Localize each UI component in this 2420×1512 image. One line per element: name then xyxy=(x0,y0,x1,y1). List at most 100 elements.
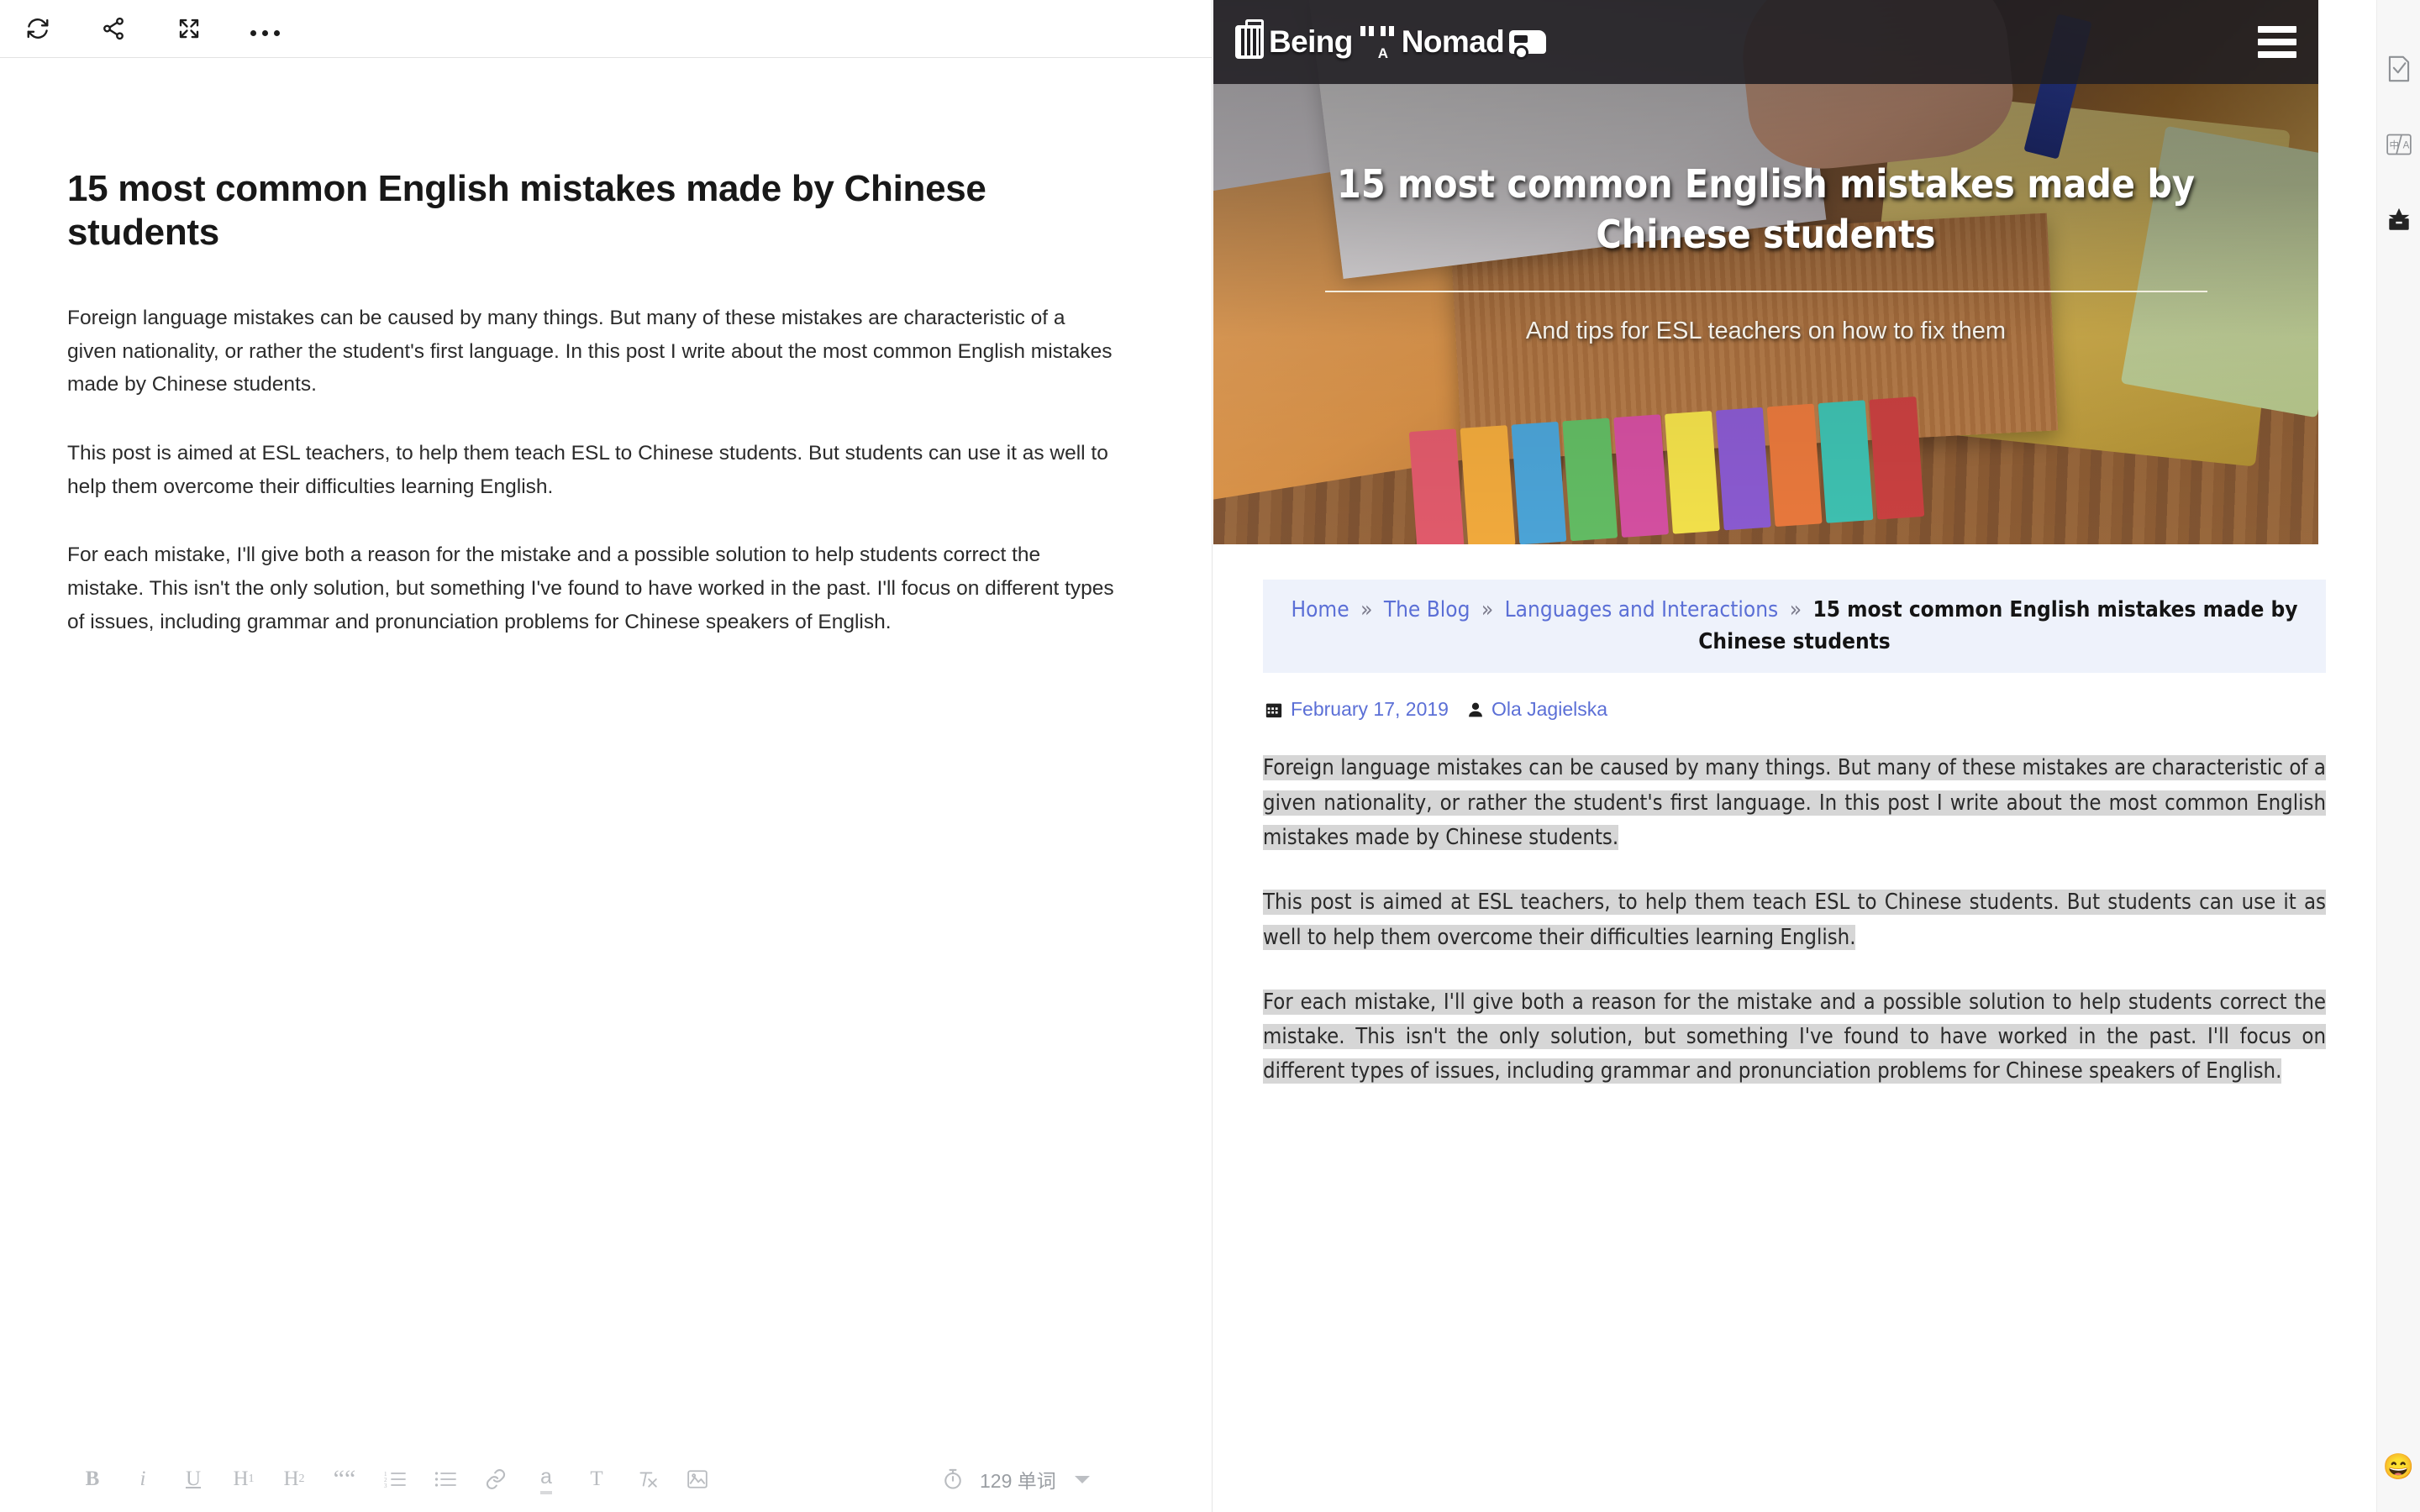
user-icon xyxy=(1469,702,1482,717)
caravan-icon xyxy=(1509,30,1547,60)
bold-label: B xyxy=(85,1467,100,1490)
site-header: Being A Nomad xyxy=(1213,0,2318,84)
menu-bar xyxy=(2258,51,2296,58)
underline-button[interactable]: U xyxy=(168,1455,218,1504)
bold-button[interactable]: B xyxy=(67,1455,118,1504)
hero-subtitle: And tips for ESL teachers on how to fix … xyxy=(1525,317,2007,344)
logo-text-after: Nomad xyxy=(1401,24,1505,59)
highlight-button[interactable]: a xyxy=(521,1455,571,1504)
proofread-icon[interactable] xyxy=(2382,52,2416,86)
article-body: Home » The Blog » Languages and Interact… xyxy=(1213,580,2376,1089)
link-button[interactable] xyxy=(471,1455,521,1504)
italic-label: i xyxy=(139,1467,146,1490)
svg-text:A: A xyxy=(2402,141,2409,151)
clear-format-icon xyxy=(639,1472,657,1488)
breadcrumb-current: 15 most common English mistakes made by … xyxy=(1698,597,2298,654)
dot xyxy=(273,30,280,36)
editor-pane: 15 most common English mistakes made by … xyxy=(0,0,1213,1512)
word-count-label: 129 单词 xyxy=(980,1470,1056,1492)
editor-toolbar xyxy=(0,0,1212,57)
suitcase-icon xyxy=(1235,19,1264,59)
selected-text: This post is aimed at ESL teachers, to h… xyxy=(1263,890,2326,950)
dot xyxy=(261,30,268,36)
menu-bar xyxy=(2258,26,2296,33)
post-paragraph[interactable]: For each mistake, I'll give both a reaso… xyxy=(1263,985,2326,1089)
selected-text: For each mistake, I'll give both a reaso… xyxy=(1263,989,2326,1084)
list-ordered-icon: 1 2 3 xyxy=(384,1471,406,1488)
editor-format-bar: B i U H1 H2 ““ 1 2 3 a T 129 单词 xyxy=(0,1446,1212,1512)
hero-text-block: 15 most common English mistakes made by … xyxy=(1213,160,2318,345)
hamburger-menu-icon[interactable] xyxy=(2258,26,2296,58)
post-meta: February 17, 2019 Ola Jagielska xyxy=(1265,698,2326,721)
menu-bar xyxy=(2258,39,2296,45)
stopwatch-icon xyxy=(944,1468,961,1489)
hero-divider xyxy=(1324,290,2207,292)
post-paragraph[interactable]: This post is aimed at ESL teachers, to h… xyxy=(1263,885,2326,955)
post-paragraph[interactable]: Foreign language mistakes can be caused … xyxy=(1263,751,2326,855)
hero-banner: Being A Nomad 15 most common English mis… xyxy=(1213,0,2318,544)
document-paragraph[interactable]: This post is aimed at ESL teachers, to h… xyxy=(67,437,1118,503)
word-count-control[interactable]: 129 单词 xyxy=(941,1446,1090,1512)
person-figure xyxy=(1378,25,1397,66)
heading-1-button[interactable]: H1 xyxy=(218,1455,269,1504)
h2-sub: 2 xyxy=(298,1473,305,1485)
logo-text-before: Being xyxy=(1269,24,1353,59)
editor-content[interactable]: 15 most common English mistakes made by … xyxy=(0,58,1212,1446)
selected-text: Foreign language mistakes can be caused … xyxy=(1263,755,2326,850)
link-icon xyxy=(486,1469,506,1489)
quote-label: ““ xyxy=(333,1465,356,1493)
h1-label: H xyxy=(233,1467,249,1490)
insert-image-button[interactable] xyxy=(672,1455,723,1504)
site-logo[interactable]: Being A Nomad xyxy=(1235,16,1547,68)
italic-button[interactable]: i xyxy=(118,1455,168,1504)
more-dots xyxy=(250,9,280,48)
fullscreen-icon[interactable] xyxy=(170,9,208,48)
breadcrumb-separator: » xyxy=(1481,597,1494,622)
format-tool-group: B i U H1 H2 ““ 1 2 3 a T xyxy=(67,1455,723,1504)
h2-label: H xyxy=(283,1467,299,1490)
h1-sub: 1 xyxy=(248,1473,255,1485)
svg-text:中: 中 xyxy=(2389,139,2399,151)
share-icon[interactable] xyxy=(94,9,133,48)
blockquote-button[interactable]: ““ xyxy=(319,1455,370,1504)
more-options-icon[interactable] xyxy=(245,9,284,48)
breadcrumb-link-home[interactable]: Home xyxy=(1292,597,1349,622)
preview-pane: Being A Nomad 15 most common English mis… xyxy=(1213,0,2376,1512)
refresh-icon[interactable] xyxy=(18,9,57,48)
list-unordered-icon xyxy=(434,1472,456,1487)
person-legs xyxy=(1378,26,1397,36)
document-paragraph[interactable]: For each mistake, I'll give both a reaso… xyxy=(67,538,1118,638)
image-icon xyxy=(687,1470,708,1488)
highlight-label: a xyxy=(540,1465,552,1494)
breadcrumb-link-the-blog[interactable]: The Blog xyxy=(1384,597,1470,622)
breadcrumb: Home » The Blog » Languages and Interact… xyxy=(1263,580,2326,674)
dot xyxy=(250,30,256,36)
calendar-icon xyxy=(1265,703,1282,718)
collect-box-icon[interactable] xyxy=(2382,203,2416,237)
breadcrumb-separator: » xyxy=(1789,597,1802,622)
right-rail: 中 A 😄 xyxy=(2376,0,2420,1512)
unordered-list-button[interactable] xyxy=(420,1455,471,1504)
heading-2-button[interactable]: H2 xyxy=(269,1455,319,1504)
post-date[interactable]: February 17, 2019 xyxy=(1265,698,1449,721)
text-color-button[interactable]: T xyxy=(571,1455,622,1504)
post-author-label: Ola Jagielska xyxy=(1491,698,1608,721)
hero-title: 15 most common English mistakes made by … xyxy=(1337,161,2195,257)
breadcrumb-separator: » xyxy=(1360,597,1373,622)
chevron-down-icon xyxy=(1074,1475,1090,1483)
breadcrumb-link-languages-and-interactions[interactable]: Languages and Interactions xyxy=(1505,597,1779,622)
document-title[interactable]: 15 most common English mistakes made by … xyxy=(67,167,1101,255)
people-icon: A xyxy=(1358,18,1397,66)
person-figure xyxy=(1358,25,1376,66)
text-color-label: T xyxy=(590,1467,603,1490)
svg-text:3: 3 xyxy=(384,1483,387,1488)
person-legs xyxy=(1358,26,1376,36)
emoji-face-icon[interactable]: 😄 xyxy=(2383,1452,2414,1482)
clear-format-button[interactable] xyxy=(622,1455,672,1504)
document-paragraph[interactable]: Foreign language mistakes can be caused … xyxy=(67,302,1118,402)
post-author[interactable]: Ola Jagielska xyxy=(1467,698,1607,721)
app-root: 15 most common English mistakes made by … xyxy=(0,0,2420,1512)
post-date-label: February 17, 2019 xyxy=(1291,698,1449,721)
translate-icon[interactable]: 中 A xyxy=(2382,128,2416,161)
ordered-list-button[interactable]: 1 2 3 xyxy=(370,1455,420,1504)
